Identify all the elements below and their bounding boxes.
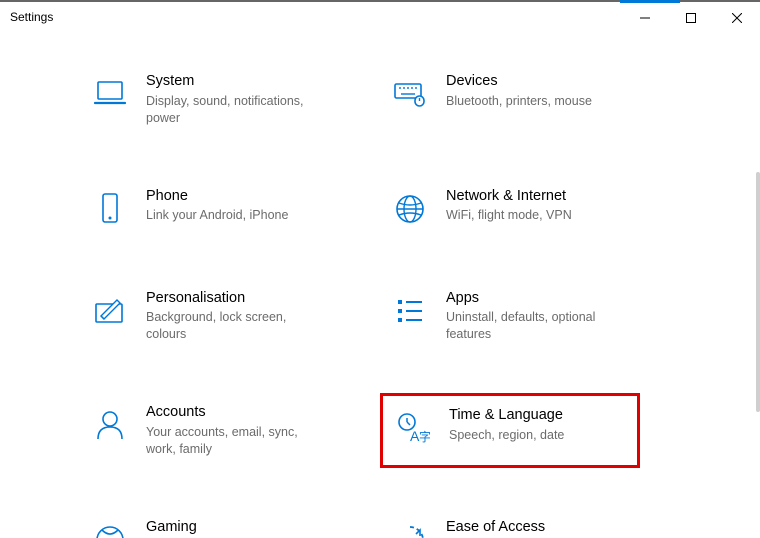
tile-title: Network & Internet [446, 187, 572, 206]
tile-devices[interactable]: Devices Bluetooth, printers, mouse [380, 62, 640, 137]
title-bar: Settings [0, 0, 760, 32]
tile-time-language[interactable]: A字 Time & Language Speech, region, date [380, 393, 640, 468]
tile-desc: WiFi, flight mode, VPN [446, 207, 572, 224]
tile-phone[interactable]: Phone Link your Android, iPhone [80, 177, 340, 239]
tile-title: Apps [446, 289, 630, 308]
ease-icon [390, 520, 430, 538]
tile-title: Accounts [146, 403, 330, 422]
tile-title: Phone [146, 187, 288, 206]
minimize-button[interactable] [622, 2, 668, 34]
tile-title: System [146, 72, 330, 91]
maximize-icon [686, 13, 696, 23]
globe-icon [390, 189, 430, 229]
tile-desc: Your accounts, email, sync, work, family [146, 424, 330, 458]
scrollbar[interactable] [756, 172, 760, 412]
laptop-icon [90, 74, 130, 114]
tile-title: Gaming [146, 518, 197, 537]
pen-icon [90, 291, 130, 331]
keyboard-icon [390, 74, 430, 114]
tile-ease-of-access[interactable]: Ease of Access [380, 508, 640, 538]
maximize-button[interactable] [668, 2, 714, 34]
window-controls [622, 2, 760, 32]
tile-desc: Link your Android, iPhone [146, 207, 288, 224]
minimize-icon [640, 13, 650, 23]
tile-desc: Display, sound, notifications, power [146, 93, 330, 127]
person-icon [90, 405, 130, 445]
tile-desc: Uninstall, defaults, optional features [446, 309, 630, 343]
close-icon [732, 13, 742, 23]
tile-apps[interactable]: Apps Uninstall, defaults, optional featu… [380, 279, 640, 354]
tile-system[interactable]: System Display, sound, notifications, po… [80, 62, 340, 137]
tile-title: Time & Language [449, 406, 564, 425]
time-language-icon: A字 [393, 408, 433, 448]
tile-personalisation[interactable]: Personalisation Background, lock screen,… [80, 279, 340, 354]
settings-grid: System Display, sound, notifications, po… [80, 62, 680, 538]
tile-network[interactable]: Network & Internet WiFi, flight mode, VP… [380, 177, 640, 239]
tile-desc: Speech, region, date [449, 427, 564, 444]
list-icon [390, 291, 430, 331]
tile-accounts[interactable]: Accounts Your accounts, email, sync, wor… [80, 393, 340, 468]
settings-content: System Display, sound, notifications, po… [0, 32, 760, 538]
window-title: Settings [0, 10, 622, 24]
xbox-icon [90, 520, 130, 538]
close-button[interactable] [714, 2, 760, 34]
tile-desc: Background, lock screen, colours [146, 309, 330, 343]
svg-text:字: 字 [419, 429, 430, 444]
tile-desc: Bluetooth, printers, mouse [446, 93, 592, 110]
tile-title: Ease of Access [446, 518, 545, 537]
tile-title: Devices [446, 72, 592, 91]
phone-icon [90, 189, 130, 229]
tile-gaming[interactable]: Gaming [80, 508, 340, 538]
tile-title: Personalisation [146, 289, 330, 308]
accent-strip [620, 0, 680, 3]
